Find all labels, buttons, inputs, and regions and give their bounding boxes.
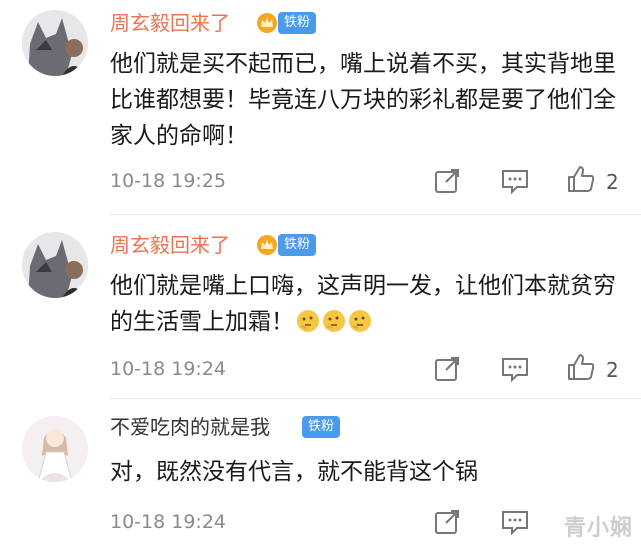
thinking-emoji-icon bbox=[322, 308, 346, 344]
avatar[interactable] bbox=[22, 10, 88, 76]
username[interactable]: 周玄毅回来了 bbox=[110, 10, 230, 36]
comment-text: 他们就是买不起而已，嘴上说着不买，其实背地里比谁都想要！毕竟连八万块的彩礼都是要… bbox=[110, 51, 616, 149]
comment-icon[interactable] bbox=[500, 507, 530, 537]
timestamp: 10-18 19:24 bbox=[110, 358, 227, 380]
avatar[interactable] bbox=[22, 416, 88, 482]
share-icon[interactable] bbox=[432, 166, 462, 196]
comment-text: 他们就是嘴上口嗨，这声明一发，让他们本就贫穷的生活雪上加霜！ bbox=[110, 268, 630, 344]
share-icon[interactable] bbox=[432, 507, 462, 537]
timestamp: 10-18 19:25 bbox=[110, 170, 227, 192]
thinking-emoji-icon bbox=[348, 308, 372, 344]
comment-item: 周玄毅回来了 铁粉 他们就是买不起而已，嘴上说着不买，其实背地里比谁都想要！毕竟… bbox=[0, 0, 641, 216]
thinking-emoji-icon bbox=[296, 308, 320, 344]
timestamp: 10-18 19:24 bbox=[110, 511, 227, 533]
like-icon[interactable] bbox=[566, 164, 596, 194]
comment-icon[interactable] bbox=[500, 354, 530, 384]
comment-icon[interactable] bbox=[500, 166, 530, 196]
like-count: 2 bbox=[606, 358, 619, 382]
username[interactable]: 不爱吃肉的就是我 bbox=[110, 414, 270, 440]
comment-text: 对，既然没有代言，就不能背这个锅 bbox=[110, 459, 478, 485]
like-icon[interactable] bbox=[566, 352, 596, 382]
crown-icon bbox=[257, 13, 277, 33]
like-count: 2 bbox=[606, 170, 619, 194]
share-icon[interactable] bbox=[432, 354, 462, 384]
crown-icon bbox=[257, 235, 277, 255]
comment-item: 周玄毅回来了 铁粉 他们就是嘴上口嗨，这声明一发，让他们本就贫穷的生活雪上加霜！… bbox=[0, 222, 641, 399]
divider bbox=[110, 398, 641, 399]
fan-badge: 铁粉 bbox=[278, 12, 317, 34]
fan-badge: 铁粉 bbox=[302, 416, 341, 438]
watermark: 青小娴 bbox=[563, 516, 633, 541]
fan-badge: 铁粉 bbox=[278, 234, 317, 256]
avatar[interactable] bbox=[22, 232, 88, 298]
username[interactable]: 周玄毅回来了 bbox=[110, 232, 230, 258]
divider bbox=[110, 214, 641, 215]
comment-item: 不爱吃肉的就是我 铁粉 对，既然没有代言，就不能背这个锅 10-18 19:24 bbox=[0, 404, 641, 548]
